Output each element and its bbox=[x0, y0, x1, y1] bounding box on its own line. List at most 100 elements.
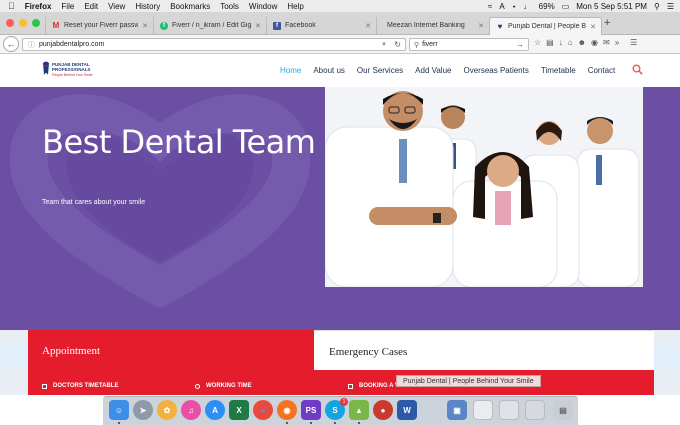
spotlight-icon[interactable]: ⚲ bbox=[654, 2, 660, 11]
reload-icon[interactable]: ↻ bbox=[394, 40, 401, 49]
main-navigation: Home About us Our Services Add Value Ove… bbox=[280, 66, 627, 75]
toolbar-icons: ☆ ▤ ↓ ⌂ ☻ ◉ ✉ » ☰ bbox=[534, 38, 637, 47]
nav-add-value[interactable]: Add Value bbox=[415, 66, 451, 75]
menu-help[interactable]: Help bbox=[287, 2, 303, 11]
tab-punjab-dental[interactable]: ♥ Punjab Dental | People Beh... ✕ bbox=[489, 17, 602, 35]
apple-icon[interactable]:  bbox=[8, 1, 15, 11]
skype-icon[interactable]: S1 bbox=[325, 398, 348, 420]
url-text: punjabdentalpro.com bbox=[39, 41, 105, 48]
url-bar[interactable]: ⓘ punjabdentalpro.com ▼ ↻ bbox=[22, 38, 406, 51]
bookmark-star-icon[interactable]: ☆ bbox=[534, 38, 541, 47]
menu-bookmarks[interactable]: Bookmarks bbox=[170, 2, 210, 11]
minimize-window-button[interactable] bbox=[19, 19, 27, 27]
itunes-icon[interactable]: ♫ bbox=[181, 400, 201, 420]
search-text: fiverr bbox=[422, 41, 438, 48]
chevron-down-icon[interactable]: ▼ bbox=[381, 42, 387, 48]
tab-bar: M Reset your Fiverr password... ✕ f Five… bbox=[0, 12, 680, 35]
chrome-icon[interactable]: ● bbox=[253, 400, 273, 420]
documents-icon[interactable] bbox=[473, 400, 493, 420]
nav-overseas-patients[interactable]: Overseas Patients bbox=[463, 66, 528, 75]
volume-icon[interactable]: ♩ bbox=[524, 2, 532, 11]
info-cards: Appointment Emergency Cases DOCTORS TIME… bbox=[0, 330, 680, 395]
back-button[interactable]: ← bbox=[3, 36, 19, 52]
close-window-button[interactable] bbox=[6, 19, 14, 27]
hero-subtitle: Team that cares about your smile bbox=[42, 199, 146, 206]
close-tab-icon[interactable]: ✕ bbox=[142, 22, 148, 30]
info-icon[interactable]: ⓘ bbox=[28, 40, 35, 50]
pocket-icon[interactable]: ◉ bbox=[591, 38, 598, 47]
tab-facebook[interactable]: f Facebook ✕ bbox=[266, 17, 376, 34]
nav-contact[interactable]: Contact bbox=[588, 66, 616, 75]
close-tab-icon[interactable]: ✕ bbox=[365, 22, 371, 30]
doctors-timetable-link[interactable]: DOCTORS TIMETABLE bbox=[42, 383, 118, 389]
overflow-icon[interactable]: » bbox=[615, 38, 619, 47]
running-indicator bbox=[358, 422, 360, 424]
go-arrow-icon[interactable]: → bbox=[516, 40, 524, 49]
battery-icon[interactable]: ▭ bbox=[562, 2, 570, 11]
battery-text[interactable]: 69% bbox=[539, 2, 555, 11]
working-time-link[interactable]: WORKING TIME bbox=[195, 383, 252, 389]
emergency-card[interactable]: Emergency Cases bbox=[314, 330, 654, 370]
android-icon[interactable]: ▲ bbox=[349, 400, 369, 420]
search-icon[interactable] bbox=[632, 64, 643, 75]
close-tab-icon[interactable]: ✕ bbox=[478, 22, 484, 30]
calendar-icon bbox=[42, 383, 47, 389]
team-illustration bbox=[325, 91, 640, 287]
tooth-logo-icon bbox=[43, 61, 49, 75]
excel-icon[interactable]: X bbox=[229, 400, 249, 420]
wifi-icon[interactable]: ≈ bbox=[488, 2, 492, 11]
hamburger-menu-icon[interactable]: ☰ bbox=[630, 38, 637, 47]
nav-home[interactable]: Home bbox=[280, 66, 301, 75]
downloads-icon[interactable] bbox=[499, 400, 519, 420]
hero-title: Best Dental Team bbox=[42, 123, 316, 161]
bluetooth-icon[interactable]: ⋆ bbox=[512, 2, 517, 11]
appointment-title: Appointment bbox=[42, 345, 101, 357]
emoji-icon[interactable]: ☻ bbox=[578, 38, 586, 47]
word-icon[interactable]: W bbox=[397, 400, 417, 420]
photos-icon[interactable]: ✿ bbox=[157, 400, 177, 420]
site-logo[interactable]: PUNJAB DENTAL PROFESSIONALS People Behind… bbox=[42, 61, 98, 79]
nav-timetable[interactable]: Timetable bbox=[541, 66, 576, 75]
logo-line-1: PUNJAB DENTAL PROFESSIONALS bbox=[52, 62, 91, 72]
tab-fiverr[interactable]: f Fiverr / n_ikram / Edit Gig ✕ bbox=[153, 17, 266, 34]
gmail-icon: M bbox=[52, 21, 60, 30]
trash-icon[interactable]: ▤ bbox=[553, 400, 573, 420]
notification-center-icon[interactable]: ☰ bbox=[667, 2, 674, 11]
stack-icon[interactable] bbox=[525, 400, 545, 420]
close-tab-icon[interactable]: ✕ bbox=[255, 22, 261, 30]
nav-our-services[interactable]: Our Services bbox=[357, 66, 403, 75]
phpstorm-icon[interactable]: PS bbox=[301, 400, 321, 420]
close-tab-icon[interactable]: ✕ bbox=[590, 23, 596, 31]
home-icon[interactable]: ⌂ bbox=[568, 38, 573, 47]
macos-menubar:  Firefox File Edit View History Bookmar… bbox=[0, 0, 680, 12]
firefox-icon[interactable]: ◉ bbox=[277, 400, 297, 420]
menu-history[interactable]: History bbox=[135, 2, 160, 11]
emergency-title: Emergency Cases bbox=[329, 346, 408, 358]
menu-edit[interactable]: Edit bbox=[84, 2, 98, 11]
preview-icon[interactable]: ▣ bbox=[447, 400, 467, 420]
clock[interactable]: Mon 5 Sep 5:51 PM bbox=[576, 2, 647, 11]
menu-firefox[interactable]: Firefox bbox=[25, 2, 52, 11]
new-tab-button[interactable]: + bbox=[604, 17, 610, 29]
macos-dock: ☺ ➤ ✿ ♫ A X ● ◉ PS S1 ▲ ● W ▣ ▤ bbox=[103, 396, 578, 425]
zoom-window-button[interactable] bbox=[32, 19, 40, 27]
appstore-icon[interactable]: A bbox=[205, 400, 225, 420]
menu-file[interactable]: File bbox=[61, 2, 74, 11]
nav-bar: ← ⓘ punjabdentalpro.com ▼ ↻ ⚲ fiverr → ☆… bbox=[0, 35, 680, 54]
tab-meezan[interactable]: Meezan Internet Banking ✕ bbox=[376, 17, 489, 34]
menu-view[interactable]: View bbox=[108, 2, 125, 11]
menu-tools[interactable]: Tools bbox=[220, 2, 239, 11]
nav-about-us[interactable]: About us bbox=[313, 66, 345, 75]
input-menu-icon[interactable]: A bbox=[499, 2, 504, 11]
extension-icon[interactable]: ✉ bbox=[603, 38, 610, 47]
menu-window[interactable]: Window bbox=[249, 2, 277, 11]
webpage: PUNJAB DENTAL PROFESSIONALS People Behind… bbox=[0, 55, 680, 395]
launchpad-icon[interactable]: ➤ bbox=[133, 400, 153, 420]
tab-gmail[interactable]: M Reset your Fiverr password... ✕ bbox=[45, 17, 153, 34]
search-input[interactable]: ⚲ fiverr → bbox=[409, 38, 529, 51]
filezilla-icon[interactable]: ● bbox=[373, 400, 393, 420]
running-indicator bbox=[286, 422, 288, 424]
finder-icon[interactable]: ☺ bbox=[109, 400, 129, 420]
download-icon[interactable]: ↓ bbox=[559, 38, 563, 47]
reading-list-icon[interactable]: ▤ bbox=[546, 38, 554, 47]
